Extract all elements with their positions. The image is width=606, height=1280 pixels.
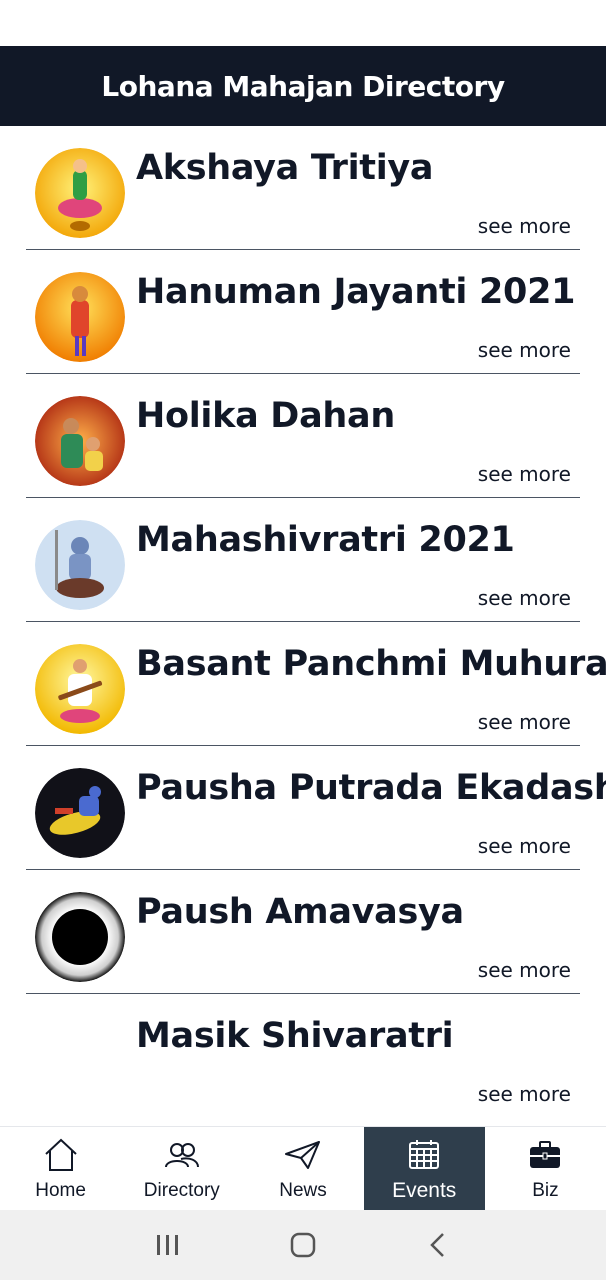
nav-label: Directory (143, 1179, 220, 1201)
page-title: Lohana Mahajan Directory (101, 69, 505, 103)
back-icon (430, 1233, 445, 1257)
event-title: Basant Panchmi Muhurat (136, 644, 606, 684)
home-system-button[interactable] (283, 1225, 323, 1265)
system-nav-bar (0, 1210, 606, 1280)
status-bar (0, 0, 606, 46)
event-title: Holika Dahan (136, 396, 395, 436)
back-button[interactable] (418, 1225, 458, 1265)
event-title: Akshaya Tritiya (136, 148, 434, 188)
event-title: Masik Shivaratri (136, 1016, 454, 1056)
circle-home-icon (290, 1232, 316, 1258)
list-item[interactable]: Pausha Putrada Ekadashi ' see more (26, 746, 606, 870)
people-icon (162, 1136, 202, 1174)
list-item[interactable]: Mahashivratri 2021 see more (26, 498, 580, 622)
nav-events[interactable]: Events (363, 1127, 485, 1210)
app-header: Lohana Mahajan Directory (0, 46, 606, 126)
bottom-nav: Home Directory News Events Biz (0, 1126, 606, 1210)
nav-news[interactable]: News (242, 1127, 363, 1210)
nav-directory[interactable]: Directory (121, 1127, 242, 1210)
saraswati-image (35, 644, 125, 734)
send-icon (283, 1136, 323, 1174)
see-more-link[interactable]: see more (478, 834, 571, 858)
see-more-link[interactable]: see more (478, 214, 571, 238)
event-title: Paush Amavasya (136, 892, 464, 932)
recent-apps-icon (156, 1235, 178, 1255)
nav-biz[interactable]: Biz (485, 1127, 606, 1210)
vishnu-image (35, 768, 125, 858)
eclipse-image (35, 892, 125, 982)
see-more-link[interactable]: see more (478, 958, 571, 982)
nav-label: Events (392, 1178, 457, 1202)
nav-label: Home (35, 1179, 86, 1201)
list-item[interactable]: Paush Amavasya see more (26, 870, 580, 994)
lakshmi-image (35, 148, 125, 238)
nav-label: Biz (532, 1179, 559, 1201)
recent-apps-button[interactable] (148, 1225, 188, 1265)
see-more-link[interactable]: see more (478, 586, 571, 610)
see-more-link[interactable]: see more (478, 462, 571, 486)
nav-label: News (279, 1179, 327, 1201)
event-list[interactable]: Akshaya Tritiya see more Hanuman Jayanti… (0, 126, 606, 1126)
shiva-image (35, 520, 125, 610)
list-item[interactable]: Basant Panchmi Muhurat see more (26, 622, 606, 746)
list-item[interactable]: Akshaya Tritiya see more (26, 126, 580, 250)
list-item[interactable]: Holika Dahan see more (26, 374, 580, 498)
holika-image (35, 396, 125, 486)
nav-home[interactable]: Home (0, 1127, 121, 1210)
hanuman-image (35, 272, 125, 362)
list-item[interactable]: Masik Shivaratri see more (26, 994, 580, 1118)
see-more-link[interactable]: see more (478, 710, 571, 734)
event-title: Hanuman Jayanti 2021 (136, 272, 576, 312)
briefcase-icon (525, 1136, 565, 1174)
list-item[interactable]: Hanuman Jayanti 2021 see more (26, 250, 580, 374)
event-title: Pausha Putrada Ekadashi ' (136, 768, 606, 808)
calendar-icon (404, 1135, 444, 1173)
home-icon (41, 1136, 81, 1174)
event-title: Mahashivratri 2021 (136, 520, 515, 560)
see-more-link[interactable]: see more (478, 338, 571, 362)
see-more-link[interactable]: see more (478, 1082, 571, 1106)
